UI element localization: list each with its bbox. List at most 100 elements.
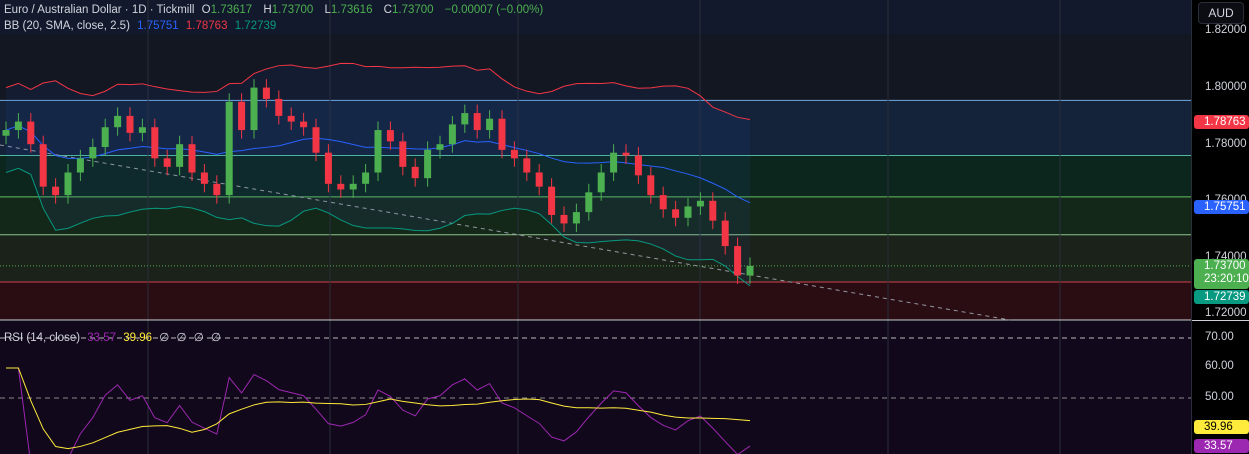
bb-upper-tag: 1.78763 — [1194, 115, 1249, 129]
ohlc-close: C1.73700 — [384, 4, 438, 16]
open-value: 1.73617 — [210, 4, 253, 16]
rsi-extra-value: ∅ — [193, 332, 204, 344]
candle — [250, 87, 258, 131]
candle — [560, 214, 568, 224]
candle — [684, 206, 692, 218]
close-value: 1.73700 — [391, 4, 434, 16]
rsi-tick: 70.00 — [1205, 331, 1234, 343]
bb-lower-tag: 1.72739 — [1194, 290, 1249, 304]
candle — [461, 113, 469, 125]
candle — [39, 144, 47, 187]
candle — [399, 141, 407, 167]
rsi-value: 33.57 — [87, 332, 117, 344]
candle — [2, 130, 10, 136]
price-tick: 1.78000 — [1205, 138, 1247, 150]
candle — [647, 175, 655, 196]
last-price: 1.73700 — [1204, 260, 1246, 272]
symbol-title: Euro / Australian Dollar · 1D · Tickmill — [4, 4, 195, 16]
candle — [64, 172, 72, 196]
rsi-tag: 33.57 — [1194, 439, 1249, 453]
candle — [734, 246, 742, 276]
candle — [746, 265, 754, 276]
candle — [225, 101, 233, 196]
candle — [324, 152, 332, 184]
candle — [362, 172, 370, 184]
candle — [238, 101, 246, 131]
rsi-extra-value: ∅ — [159, 332, 170, 344]
candle — [114, 115, 122, 128]
currency-button[interactable]: AUD — [1198, 2, 1244, 24]
rsi-label: RSI (14, close) — [4, 332, 81, 344]
open-label: O — [201, 4, 211, 16]
candle — [52, 186, 60, 196]
rsi-legend[interactable]: RSI (14, close) 33.57 39.96 ∅ ∅ ∅ ∅ — [4, 330, 225, 344]
candle — [659, 195, 667, 210]
low-value: 1.73616 — [330, 4, 373, 16]
candle — [138, 127, 146, 133]
candle — [535, 172, 543, 187]
bb-label: BB (20, SMA, close, 2.5) — [4, 20, 130, 32]
candle — [424, 149, 432, 179]
close-label: C — [383, 4, 392, 16]
price-tick: 1.80000 — [1205, 81, 1247, 93]
candle — [89, 147, 97, 159]
bar-countdown: 23:20:10 — [1204, 273, 1249, 285]
candle — [572, 212, 580, 224]
candle — [696, 200, 704, 207]
candle — [188, 144, 196, 173]
candle — [436, 144, 444, 150]
last-price-tag: 1.73700 23:20:10 — [1194, 259, 1249, 289]
price-chart[interactable] — [0, 0, 1191, 454]
candle — [27, 121, 35, 145]
candle — [585, 192, 593, 213]
candle — [411, 166, 419, 179]
candle — [374, 130, 382, 173]
bb-basis-tag: 1.75751 — [1194, 200, 1249, 214]
rsi-tick: 50.00 — [1205, 391, 1234, 403]
candle — [510, 149, 518, 159]
level-zone — [0, 282, 1191, 320]
candle — [176, 144, 184, 167]
candle — [486, 118, 494, 131]
candle — [275, 98, 283, 116]
candle — [312, 127, 320, 153]
change-value: −0.00007 (−0.00%) — [444, 4, 544, 16]
candle — [523, 158, 531, 173]
bb-lower-value: 1.72739 — [234, 20, 277, 32]
candle — [213, 183, 221, 196]
candle — [101, 127, 109, 148]
price-tick: 1.72000 — [1205, 307, 1247, 319]
rsi-ma-value: 39.96 — [123, 332, 153, 344]
high-label: H — [263, 4, 272, 16]
candle — [126, 115, 134, 133]
rsi-tick: 60.00 — [1205, 360, 1234, 372]
candle — [262, 87, 270, 99]
candle — [610, 152, 618, 173]
candle — [76, 158, 84, 173]
price-tick: 1.82000 — [1205, 24, 1247, 36]
candle — [300, 121, 308, 128]
candle — [349, 183, 357, 190]
rsi-ma-tag: 39.96 — [1194, 420, 1249, 434]
bb-basis-value: 1.75751 — [137, 20, 179, 32]
candle — [386, 130, 394, 142]
candle — [622, 152, 630, 156]
candle — [200, 172, 208, 184]
price-axis[interactable]: AUD 1.82000 1.80000 1.78000 1.76000 1.74… — [1191, 0, 1249, 454]
candle — [287, 115, 295, 122]
candle — [597, 172, 605, 193]
ohlc-low: L1.73616 — [324, 4, 376, 16]
candle — [151, 127, 159, 159]
pane-divider[interactable] — [1192, 320, 1249, 321]
ohlc-open: O1.73617 — [202, 4, 257, 16]
candle — [163, 158, 171, 167]
candle — [548, 186, 556, 215]
candle — [498, 118, 506, 150]
bb-legend[interactable]: BB (20, SMA, close, 2.5) 1.75751 1.78763… — [4, 20, 280, 32]
candle — [672, 209, 680, 218]
candle — [14, 121, 22, 131]
candle — [337, 183, 345, 190]
symbol-legend: Euro / Australian Dollar · 1D · Tickmill… — [4, 4, 547, 16]
low-label: L — [324, 4, 331, 16]
candle — [709, 200, 717, 221]
